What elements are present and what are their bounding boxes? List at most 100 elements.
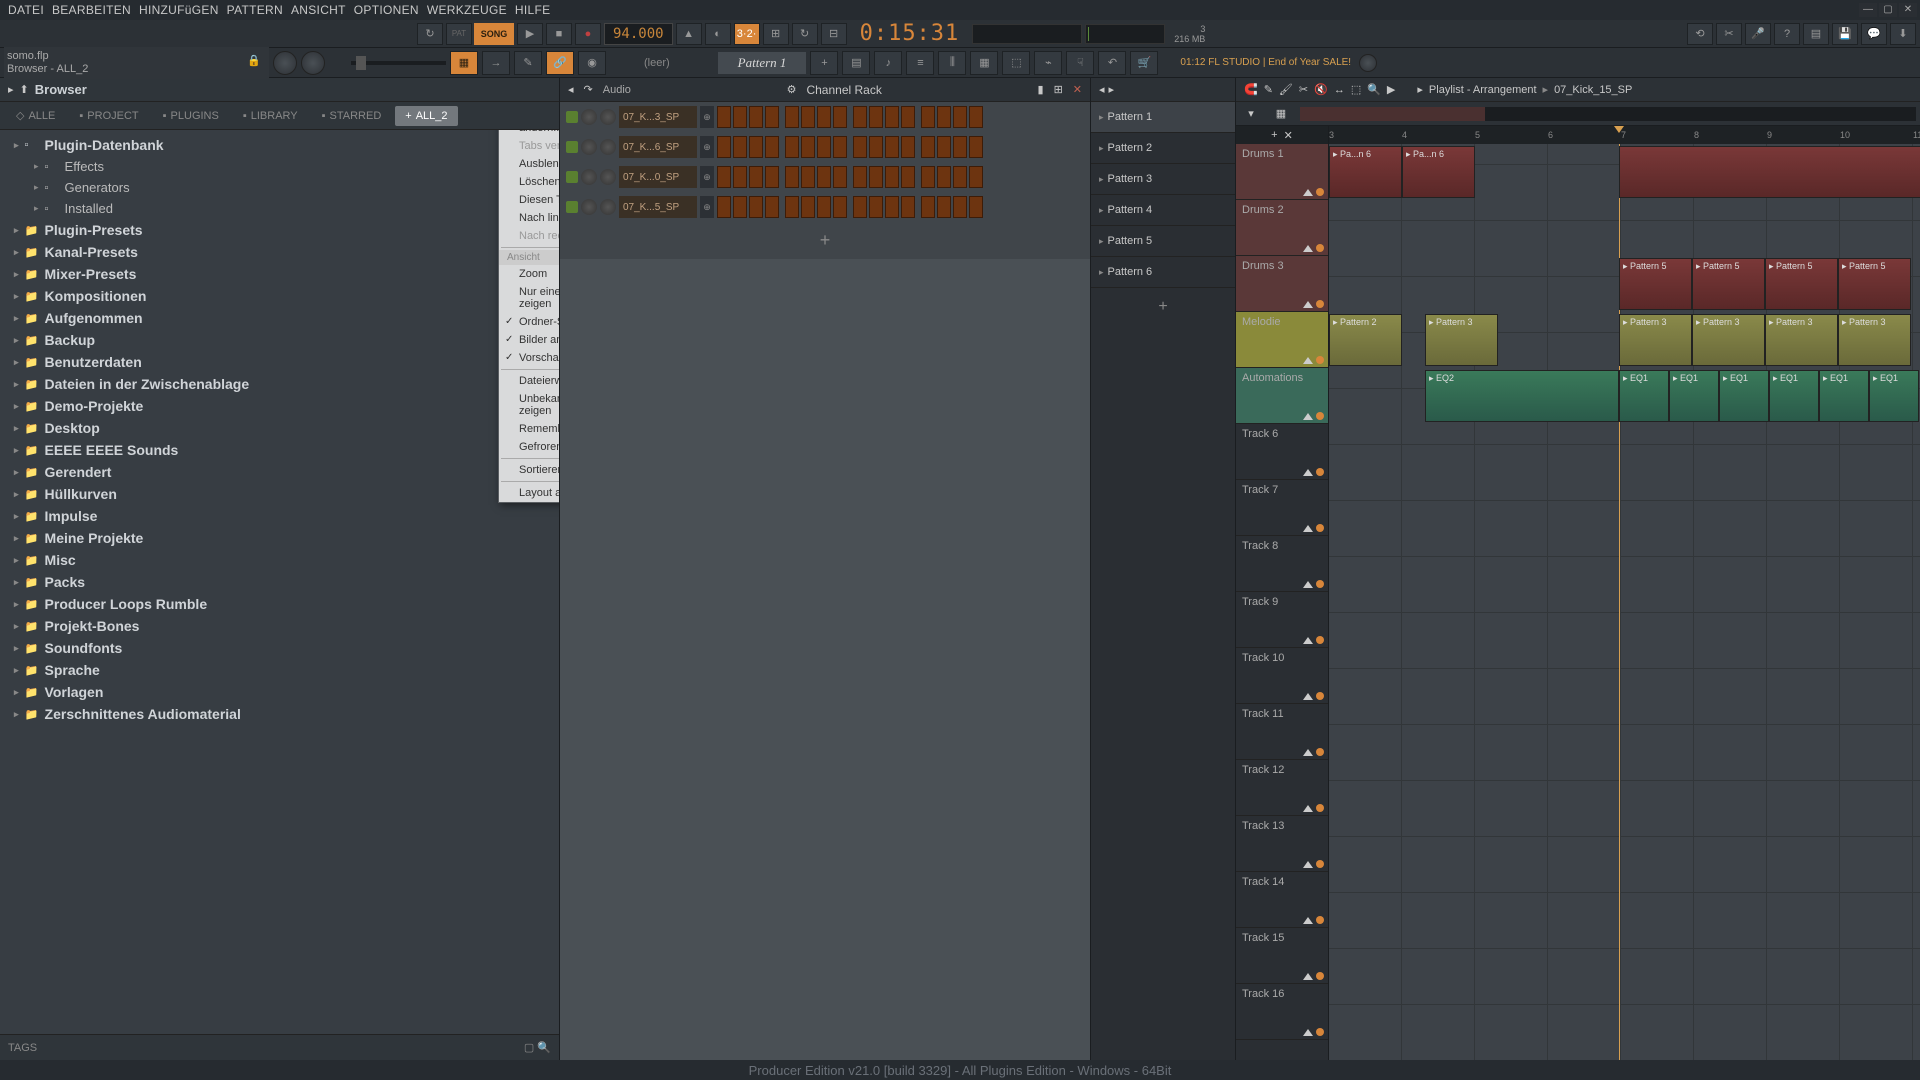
- sync-icon[interactable]: ↻: [417, 23, 443, 45]
- cr-options-icon[interactable]: ⚙: [787, 83, 797, 96]
- track-fold-icon[interactable]: [1303, 245, 1313, 252]
- track-fold-icon[interactable]: [1303, 861, 1313, 868]
- cr-forward-icon[interactable]: ↷: [584, 83, 593, 96]
- browser-tab-library[interactable]: ▪LIBRARY: [233, 106, 308, 126]
- browser-tab-all_2[interactable]: +ALL_2: [395, 106, 457, 126]
- step[interactable]: [765, 136, 779, 158]
- track-mute-led[interactable]: [1316, 300, 1324, 308]
- news-globe-icon[interactable]: [1359, 54, 1377, 72]
- cr-step-icon[interactable]: ⊞: [1054, 83, 1063, 96]
- step[interactable]: [749, 196, 763, 218]
- ctx-item[interactable]: Ordner-Symbole zeigen: [499, 313, 559, 331]
- track-fold-icon[interactable]: [1303, 749, 1313, 756]
- render-icon[interactable]: ▤: [1803, 23, 1829, 45]
- close-button[interactable]: ✕: [1899, 3, 1917, 17]
- pl-zoom-icon[interactable]: 🔍: [1367, 83, 1381, 96]
- tree-item[interactable]: ▸📁Soundfonts: [0, 637, 559, 659]
- play-button[interactable]: ▶: [517, 23, 543, 45]
- track-add-icon[interactable]: +: [1271, 129, 1277, 141]
- tree-item[interactable]: ▸📁Sprache: [0, 659, 559, 681]
- download-icon[interactable]: ⬇: [1890, 23, 1916, 45]
- track-mute-led[interactable]: [1316, 804, 1324, 812]
- track-fold-icon[interactable]: [1303, 1029, 1313, 1036]
- record-button[interactable]: ●: [575, 23, 601, 45]
- plugin-icon[interactable]: ⬚: [1002, 51, 1030, 75]
- tree-item[interactable]: ▸📁Meine Projekte: [0, 527, 559, 549]
- channel-pan-knob[interactable]: [581, 199, 597, 215]
- add-channel-button[interactable]: +: [560, 222, 1090, 259]
- pl-mute-icon[interactable]: 🔇: [1314, 83, 1328, 96]
- view-browser-icon[interactable]: ▦: [970, 51, 998, 75]
- playlist-clip[interactable]: [1619, 146, 1920, 198]
- pl-cut-icon[interactable]: ✂: [1299, 83, 1308, 96]
- view-playlist-icon[interactable]: ▤: [842, 51, 870, 75]
- playlist-clip[interactable]: ▸ Pattern 3: [1692, 314, 1765, 366]
- tree-item[interactable]: ▸📁Vorlagen: [0, 681, 559, 703]
- playlist-clip[interactable]: ▸ EQ1: [1619, 370, 1669, 422]
- step[interactable]: [921, 196, 935, 218]
- step[interactable]: [969, 166, 983, 188]
- picker-prev-icon[interactable]: ◂: [1099, 83, 1105, 96]
- tree-item[interactable]: ▸📁Benutzerdaten: [0, 351, 559, 373]
- step[interactable]: [801, 196, 815, 218]
- view-piano-icon[interactable]: ♪: [874, 51, 902, 75]
- playlist-clip[interactable]: ▸ EQ1: [1769, 370, 1819, 422]
- cr-back-icon[interactable]: ◂: [568, 83, 574, 96]
- undo-history-icon[interactable]: ⟲: [1687, 23, 1713, 45]
- track-mute-led[interactable]: [1316, 188, 1324, 196]
- track-fold-icon[interactable]: [1303, 693, 1313, 700]
- tree-item[interactable]: ▸📁Mixer-Presets: [0, 263, 559, 285]
- track-header[interactable]: Track 13: [1236, 816, 1328, 872]
- step[interactable]: [953, 136, 967, 158]
- ctx-item[interactable]: Layout ansehen: [499, 484, 559, 502]
- track-header[interactable]: Track 7: [1236, 480, 1328, 536]
- step[interactable]: [833, 196, 847, 218]
- playlist-clip[interactable]: ▸ Pattern 2: [1329, 314, 1402, 366]
- playlist-clip[interactable]: ▸ Pa...n 6: [1329, 146, 1402, 198]
- step[interactable]: [765, 106, 779, 128]
- channel-link-icon[interactable]: ⊕: [700, 136, 714, 158]
- tree-item[interactable]: ▸📁Demo-Projekte: [0, 395, 559, 417]
- tree-item[interactable]: ▸📁Backup: [0, 329, 559, 351]
- track-mute-led[interactable]: [1316, 916, 1324, 924]
- track-mute-led[interactable]: [1316, 468, 1324, 476]
- pattern-plus-icon[interactable]: +: [810, 51, 838, 75]
- tree-item[interactable]: ▸📁Gerendert: [0, 461, 559, 483]
- track-mute-led[interactable]: [1316, 972, 1324, 980]
- playlist-clip[interactable]: ▸ Pattern 3: [1765, 314, 1838, 366]
- step[interactable]: [717, 136, 731, 158]
- snap-button[interactable]: ▦: [450, 51, 478, 75]
- step[interactable]: [749, 166, 763, 188]
- tree-item[interactable]: ▸📁Dateien in der Zwischenablage: [0, 373, 559, 395]
- step[interactable]: [901, 166, 915, 188]
- ctx-item[interactable]: Löschen: [499, 173, 559, 191]
- step[interactable]: [833, 106, 847, 128]
- pl-grid-icon[interactable]: ▦: [1266, 107, 1296, 120]
- add-pattern-button[interactable]: +: [1091, 288, 1235, 326]
- maximize-button[interactable]: ▢: [1879, 3, 1897, 17]
- step[interactable]: [817, 166, 831, 188]
- snap-label[interactable]: (leer): [644, 57, 670, 69]
- ctx-item[interactable]: Gefroren: [499, 438, 559, 456]
- pl-brush-icon[interactable]: 🖌: [1279, 83, 1293, 96]
- playlist-clip[interactable]: ▸ Pattern 5: [1838, 258, 1911, 310]
- tree-item[interactable]: ▸📁Producer Loops Rumble: [0, 593, 559, 615]
- typing-kb-icon[interactable]: →: [482, 51, 510, 75]
- pattern-item[interactable]: ▸Pattern 2: [1091, 133, 1235, 164]
- tree-item[interactable]: ▸▫Installed: [0, 198, 559, 219]
- channel-pan-knob[interactable]: [581, 109, 597, 125]
- browser-tab-alle[interactable]: ◇ALLE: [6, 105, 65, 126]
- channel-vol-knob[interactable]: [600, 109, 616, 125]
- touch-icon[interactable]: ☟: [1066, 51, 1094, 75]
- track-mute-led[interactable]: [1316, 860, 1324, 868]
- track-fold-icon[interactable]: [1303, 189, 1313, 196]
- step[interactable]: [969, 136, 983, 158]
- step[interactable]: [785, 136, 799, 158]
- tree-item[interactable]: ▸📁Aufgenommen: [0, 307, 559, 329]
- tree-item[interactable]: ▸📁Hüllkurven: [0, 483, 559, 505]
- tag-filter-icon[interactable]: ▢: [524, 1042, 534, 1054]
- channel-button[interactable]: 07_K...3_SP: [619, 106, 697, 128]
- track-fold-icon[interactable]: [1303, 525, 1313, 532]
- step[interactable]: [733, 136, 747, 158]
- step[interactable]: [785, 166, 799, 188]
